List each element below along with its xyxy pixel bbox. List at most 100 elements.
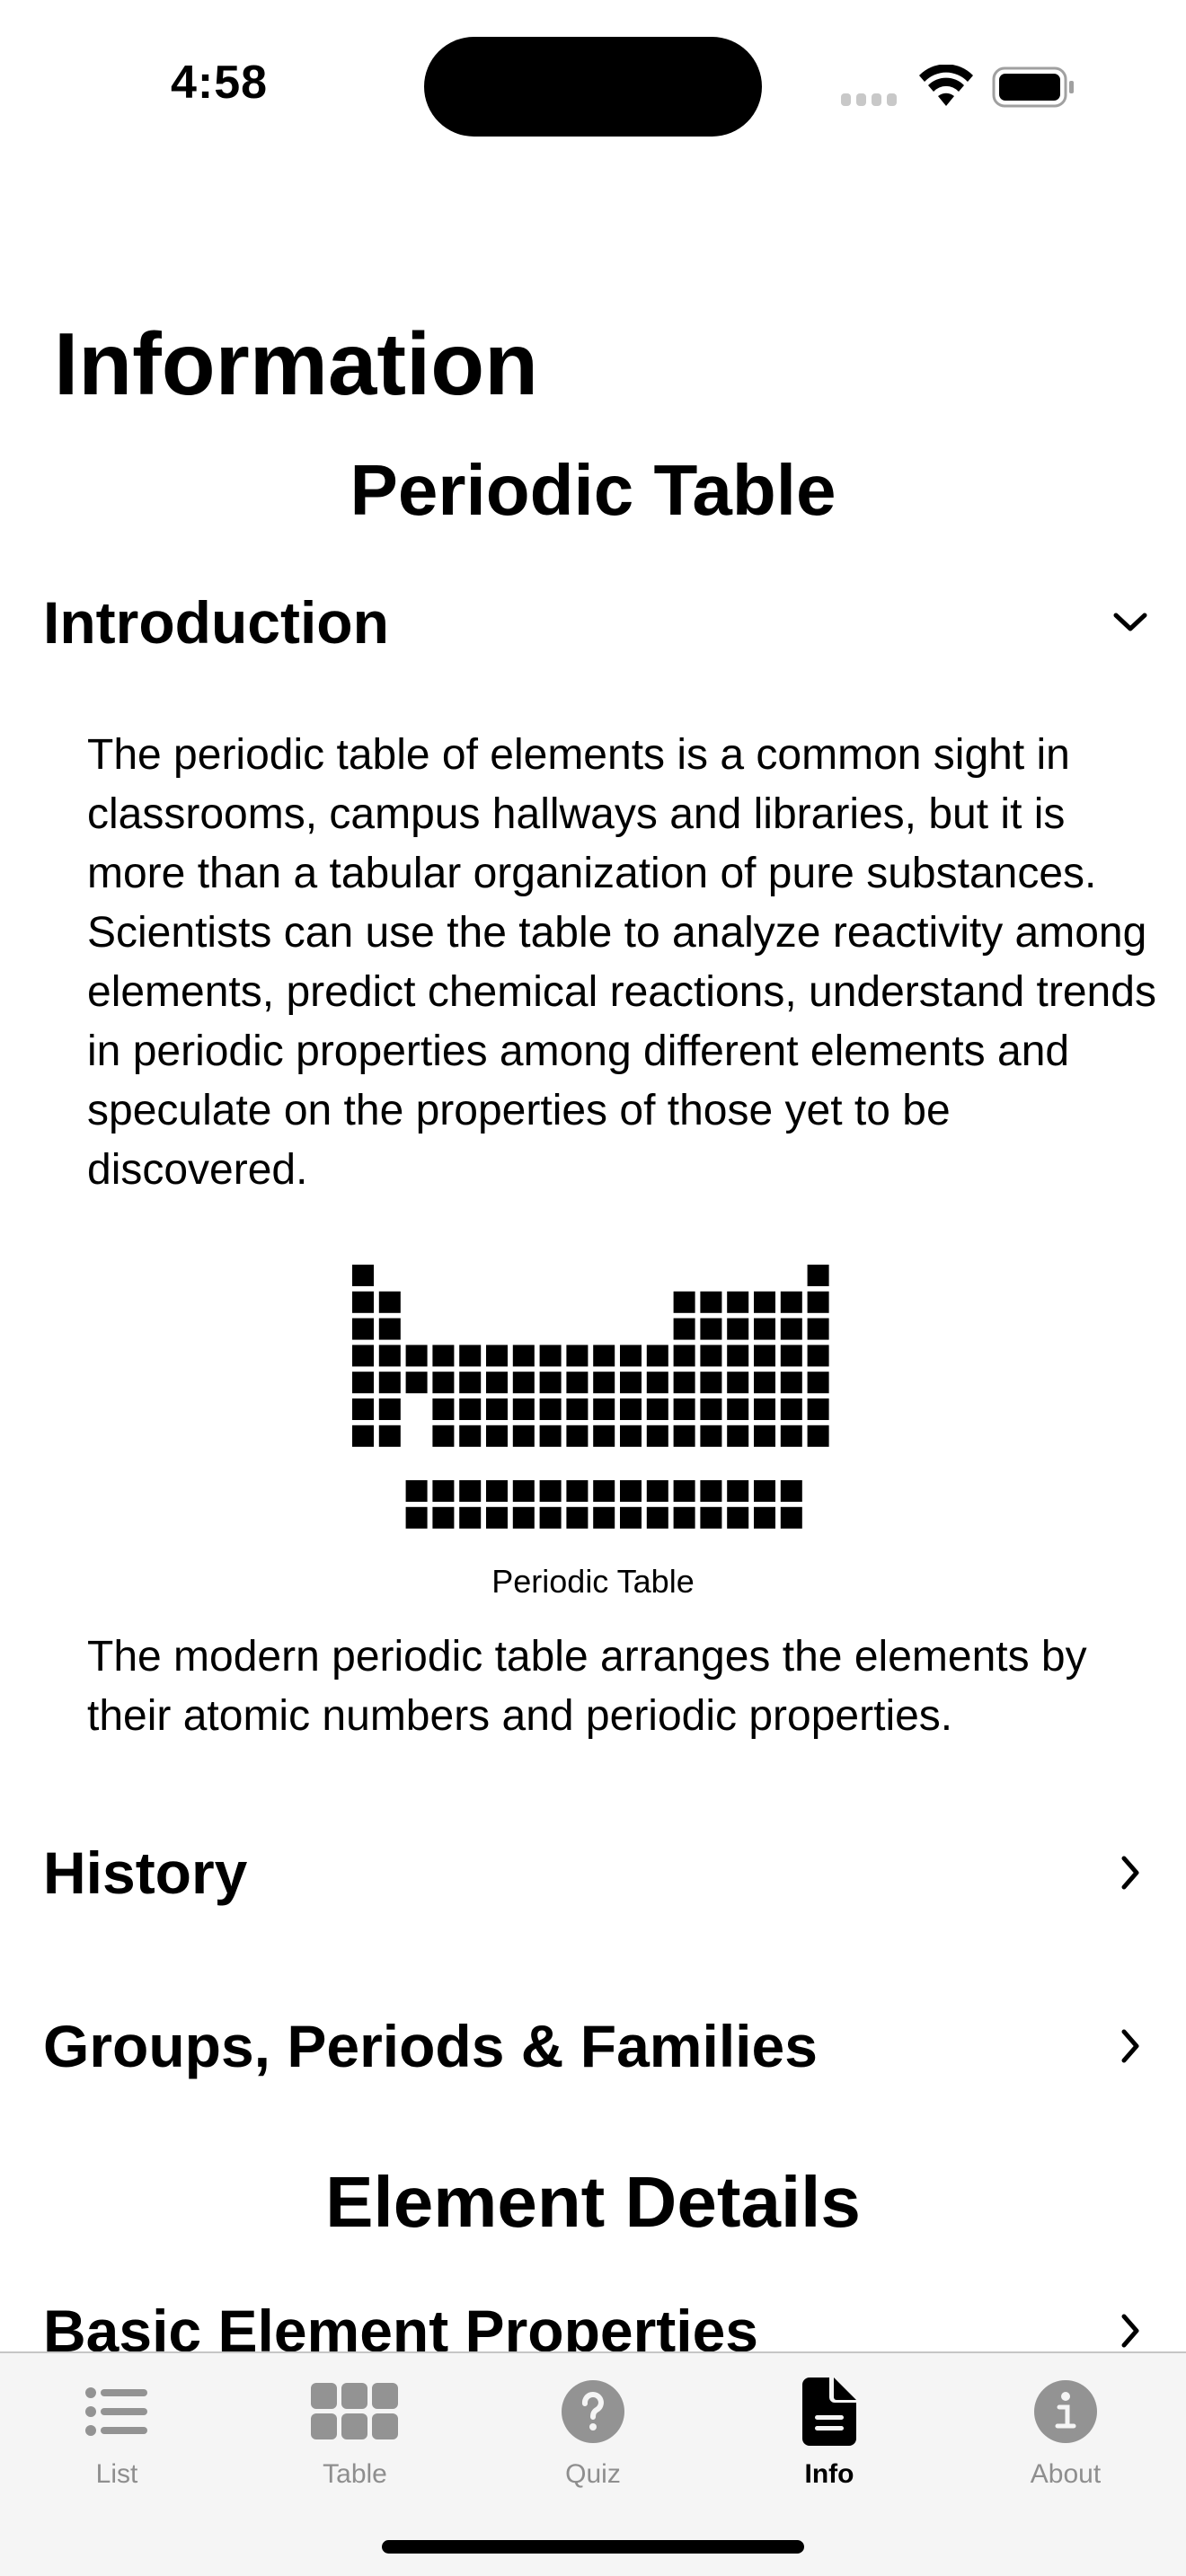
table-cell [780,1372,802,1394]
table-cell [539,1425,562,1447]
table-cell [807,1425,829,1447]
table-cell [754,1345,775,1367]
tab-about[interactable]: About [967,2371,1164,2506]
table-cell [352,1372,374,1394]
table-cell [593,1425,615,1447]
grid-icon [311,2371,399,2452]
table-cell [673,1318,695,1340]
table-cell [486,1425,508,1447]
table-cell [673,1398,695,1420]
table-cell [566,1425,589,1447]
intro-paragraph: The periodic table of elements is a comm… [87,731,1156,1194]
tab-quiz[interactable]: Quiz [494,2371,692,2506]
table-cell [566,1398,589,1420]
tab-label: Table [323,2459,387,2489]
table-cell [700,1345,722,1367]
table-cell [727,1398,749,1420]
disclosure-label: Introduction [43,589,389,656]
table-cell [727,1291,749,1313]
table-cell [727,1318,749,1340]
figure-caption: Periodic Table [491,1563,695,1600]
periodic-table-image [352,1265,829,1529]
table-cell [620,1398,642,1420]
table-cell [646,1345,668,1367]
page-title: Information [54,314,538,413]
list-icon [84,2371,149,2452]
table-cell [432,1398,455,1420]
table-cell [807,1318,829,1340]
table-cell [780,1398,802,1420]
disclosure-groups-periods-families[interactable]: Groups, Periods & Families [43,2006,1148,2086]
table-cell [673,1345,695,1367]
table-cell [352,1345,374,1367]
disclosure-label: History [43,1839,248,1906]
table-cell [754,1425,775,1447]
table-cell [512,1398,535,1420]
table-cell [512,1425,535,1447]
disclosure-label: Basic Element Properties [43,2298,758,2351]
table-cell [378,1372,401,1394]
table-cell [727,1372,749,1394]
table-cell [807,1372,829,1394]
f-block-cell [593,1480,615,1502]
f-block-cell [432,1506,455,1529]
chevron-right-icon [1112,1850,1148,1895]
tab-label: About [1030,2459,1102,2489]
table-cell [378,1425,401,1447]
question-circle-icon [562,2371,624,2452]
table-cell [754,1398,775,1420]
table-cell [646,1372,668,1394]
f-block-cell [673,1480,695,1502]
f-block-cell [754,1480,775,1502]
table-cell [700,1398,722,1420]
table-cell [620,1372,642,1394]
table-cell [566,1372,589,1394]
tab-info[interactable]: Info [730,2371,928,2506]
f-block-cell [700,1506,722,1529]
disclosure-introduction[interactable]: Introduction [43,582,1148,663]
table-cell [727,1345,749,1367]
f-block-cell [405,1480,428,1502]
table-cell [807,1291,829,1313]
tab-list[interactable]: List [18,2371,216,2506]
table-cell [646,1398,668,1420]
f-block-cell [780,1480,802,1502]
f-block-cell [700,1480,722,1502]
table-cell [673,1372,695,1394]
chevron-down-icon [1112,600,1148,645]
table-cell [405,1345,428,1367]
table-cell [539,1345,562,1367]
f-block-cell [620,1480,642,1502]
table-cell [459,1425,482,1447]
table-cell [459,1398,482,1420]
table-cell [378,1398,401,1420]
tab-table[interactable]: Table [256,2371,454,2506]
table-cell [566,1345,589,1367]
f-block-cell [566,1506,589,1529]
table-cell [486,1345,508,1367]
intro-paragraph-2: The modern periodic table arranges the e… [87,1633,1087,1740]
f-block-cell [432,1480,455,1502]
f-block-cell [486,1506,508,1529]
f-block-cell [539,1480,562,1502]
table-cell [378,1291,401,1313]
content-scroll[interactable]: Information Periodic Table Introduction … [0,0,1186,2351]
disclosure-basic-element-properties[interactable]: Basic Element Properties [43,2290,1148,2351]
f-block-cell [727,1480,749,1502]
section-heading-element-details: Element Details [325,2162,861,2242]
document-icon [802,2371,856,2452]
disclosure-history[interactable]: History [43,1832,1148,1913]
table-cell [673,1425,695,1447]
f-block-cell [512,1480,535,1502]
table-cell [378,1318,401,1340]
table-cell [486,1372,508,1394]
table-cell [754,1318,775,1340]
table-cell [646,1425,668,1447]
table-cell [593,1372,615,1394]
table-cell [432,1425,455,1447]
f-block-cell [754,1506,775,1529]
table-cell [512,1345,535,1367]
home-indicator [382,2540,804,2554]
table-cell [593,1345,615,1367]
table-cell [807,1265,829,1286]
